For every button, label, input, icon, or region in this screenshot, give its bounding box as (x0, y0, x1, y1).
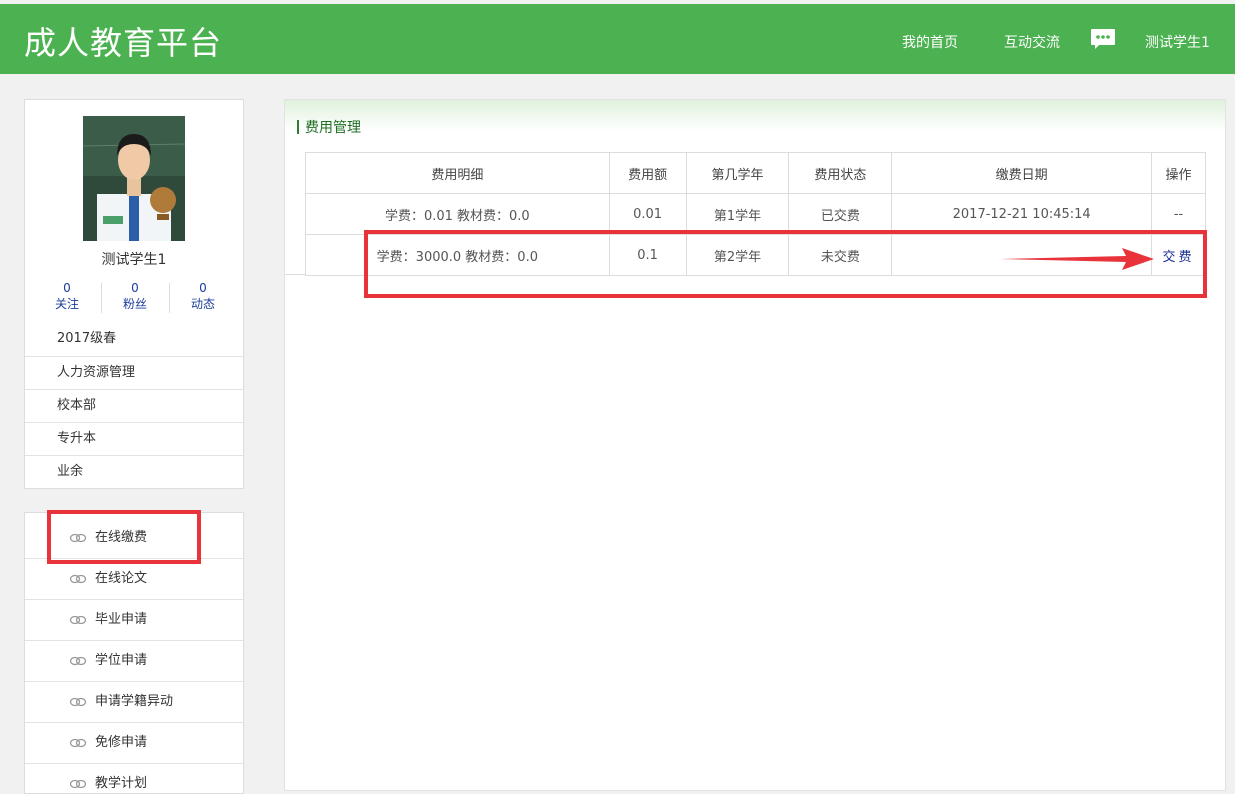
fee-detail: 学费：0.01 教材费：0.0 (305, 193, 610, 235)
highlight-box-payment-menu (47, 510, 201, 564)
following-count: 0 (63, 281, 71, 295)
column-header-detail: 费用明细 (305, 152, 610, 194)
followers-count: 0 (131, 281, 139, 295)
menu-online-thesis[interactable]: 在线论文 (25, 559, 243, 600)
menu-label: 学位申请 (95, 653, 148, 668)
nav-home-link[interactable]: 我的首页 (902, 32, 958, 52)
nav-user-name[interactable]: 测试学生1 (1145, 32, 1210, 52)
message-icon[interactable] (1090, 28, 1116, 50)
sidebar-item-study-mode[interactable]: 业余 (25, 455, 243, 488)
column-header-year: 第几学年 (685, 152, 790, 194)
link-icon (69, 697, 87, 707)
link-icon (69, 615, 87, 625)
stat-divider (101, 283, 102, 313)
following-label: 关注 (54, 297, 79, 311)
sidebar-item-grade[interactable]: 2017级春 (25, 323, 243, 355)
fee-amount: 0.01 (608, 193, 687, 235)
table-row: 学费：0.01 教材费：0.0 0.01 第1学年 已交费 2017-12-21… (305, 193, 1206, 235)
menu-label: 教学计划 (95, 776, 148, 791)
menu-status-change[interactable]: 申请学籍异动 (25, 682, 243, 723)
column-header-action: 操作 (1151, 152, 1206, 194)
sidebar-item-campus[interactable]: 校本部 (25, 389, 243, 422)
link-icon (69, 738, 87, 748)
top-bar: 成人教育平台 我的首页 互动交流 测试学生1 (0, 4, 1235, 74)
menu-exemption-application[interactable]: 免修申请 (25, 723, 243, 764)
title-accent-bar (297, 120, 299, 134)
table-left-margin (285, 152, 305, 275)
menu-teaching-plan[interactable]: 教学计划 (25, 764, 243, 793)
sidebar-item-level[interactable]: 专升本 (25, 422, 243, 455)
profile-username: 测试学生1 (101, 252, 167, 268)
menu-graduation-application[interactable]: 毕业申请 (25, 600, 243, 641)
sidebar-item-label: 校本部 (57, 398, 97, 413)
menu-label: 免修申请 (95, 735, 148, 750)
menu-label: 申请学籍异动 (95, 694, 174, 709)
activity-count: 0 (199, 281, 207, 295)
panel-title: 费用管理 (305, 120, 361, 136)
column-header-amount: 费用额 (608, 152, 687, 194)
link-icon (69, 656, 87, 666)
nav-exchange-link[interactable]: 互动交流 (1004, 32, 1060, 52)
activity-stat[interactable]: 0 动态 (173, 280, 233, 312)
profile-card: 测试学生1 0 关注 0 粉丝 0 动态 2017级春 人力资源管理 校本部 专… (24, 99, 244, 489)
menu-label: 在线论文 (95, 571, 148, 586)
column-header-date: 缴费日期 (891, 152, 1153, 194)
sidebar-item-label: 人力资源管理 (57, 365, 136, 380)
app-logo[interactable]: 成人教育平台 (24, 18, 222, 64)
fee-status: 已交费 (788, 193, 893, 235)
payment-date: 2017-12-21 10:45:14 (891, 193, 1153, 235)
fee-management-panel: 费用管理 费用明细 费用额 第几学年 费用状态 缴费日期 操作 学费：0.01 … (284, 99, 1226, 791)
fee-year: 第1学年 (685, 193, 790, 235)
arrow-right-icon (1000, 248, 1154, 270)
link-icon (69, 779, 87, 789)
table-header-row: 费用明细 费用额 第几学年 费用状态 缴费日期 操作 (305, 152, 1206, 194)
link-icon (69, 574, 87, 584)
followers-stat[interactable]: 0 粉丝 (105, 280, 165, 312)
activity-label: 动态 (190, 297, 215, 311)
row-action: -- (1151, 193, 1206, 235)
avatar[interactable] (83, 116, 185, 241)
sidebar-item-label: 业余 (57, 464, 84, 479)
followers-label: 粉丝 (122, 297, 147, 311)
sidebar-item-major[interactable]: 人力资源管理 (25, 356, 243, 389)
stat-divider (169, 283, 170, 313)
menu-label: 毕业申请 (95, 612, 148, 627)
sidebar-item-label: 专升本 (57, 431, 97, 446)
following-stat[interactable]: 0 关注 (37, 280, 97, 312)
column-header-status: 费用状态 (788, 152, 893, 194)
menu-degree-application[interactable]: 学位申请 (25, 641, 243, 682)
sidebar-item-label: 2017级春 (57, 331, 117, 346)
panel-header: 费用管理 (285, 100, 1225, 152)
